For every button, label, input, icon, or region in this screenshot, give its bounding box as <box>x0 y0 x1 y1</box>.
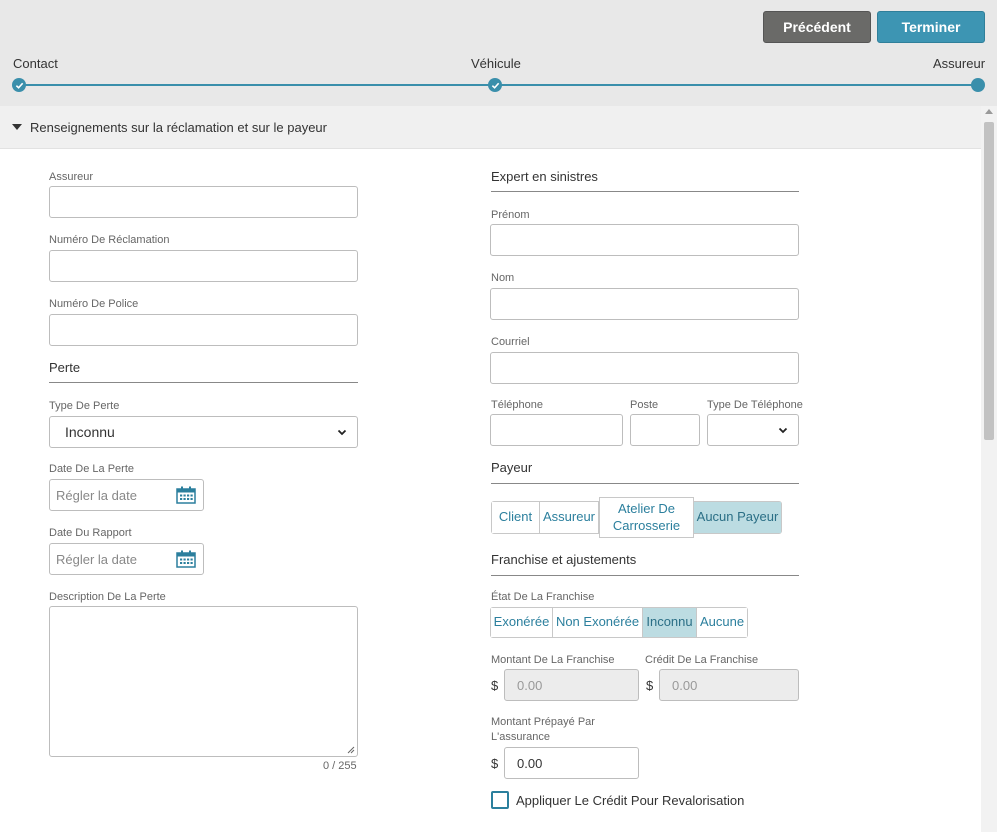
payer-section-title: Payeur <box>491 460 533 475</box>
report-date-picker[interactable]: Régler la date <box>49 543 204 575</box>
deductible-state-label: État De La Franchise <box>491 591 595 603</box>
first-name-input[interactable] <box>490 224 799 256</box>
progress-stepper: Contact Véhicule Assureur <box>0 0 997 106</box>
loss-date-placeholder: Régler la date <box>56 487 137 503</box>
wizard-header: Précédent Terminer Contact Véhicule Assu… <box>0 0 997 106</box>
extension-input[interactable] <box>630 414 700 446</box>
section-header-claim-payer[interactable]: Renseignements sur la réclamation et sur… <box>0 106 981 149</box>
calendar-icon[interactable] <box>176 486 196 504</box>
apply-credit-label[interactable]: Appliquer Le Crédit Pour Revalorisation <box>516 793 744 808</box>
apply-credit-checkbox[interactable] <box>491 791 509 809</box>
resize-grip-icon[interactable] <box>347 746 355 754</box>
deductible-amount-value: 0.00 <box>517 678 543 693</box>
payer-option-no-payer[interactable]: Aucun Payeur <box>694 502 781 533</box>
deductible-amount-label: Montant De La Franchise <box>491 654 615 666</box>
deductible-option-unknown[interactable]: Inconnu <box>643 608 697 637</box>
step-label-vehicle[interactable]: Véhicule <box>471 56 521 71</box>
loss-section-title: Perte <box>49 360 81 375</box>
currency-symbol: $ <box>491 756 499 771</box>
section-title: Renseignements sur la réclamation et sur… <box>30 119 327 135</box>
claim-number-label: Numéro De Réclamation <box>49 234 170 246</box>
step-label-contact[interactable]: Contact <box>13 56 58 71</box>
prepaid-label-line1: Montant Prépayé Par <box>491 716 595 728</box>
last-name-label: Nom <box>491 272 515 284</box>
deductible-option-not-waived[interactable]: Non Exonérée <box>553 608 643 637</box>
phone-type-label: Type De Téléphone <box>707 399 803 411</box>
last-name-input[interactable] <box>490 288 799 320</box>
deductible-section-title: Franchise et ajustements <box>491 552 637 567</box>
deductible-credit-label: Crédit De La Franchise <box>645 654 759 666</box>
calendar-icon[interactable] <box>176 550 196 568</box>
deductible-state-segmented-control: Exonérée Non Exonérée Inconnu Aucune <box>490 607 748 638</box>
payer-option-client[interactable]: Client <box>492 502 540 533</box>
step-label-insurer[interactable]: Assureur <box>933 56 985 71</box>
prepaid-amount-input[interactable]: 0.00 <box>504 747 639 779</box>
extension-label: Poste <box>630 399 659 411</box>
phone-type-select[interactable] <box>707 414 799 446</box>
step-current-dot-icon[interactable] <box>971 78 985 92</box>
insurer-label: Assureur <box>49 171 94 183</box>
step-complete-check-icon[interactable] <box>488 78 502 92</box>
divider <box>491 575 799 576</box>
loss-date-picker[interactable]: Régler la date <box>49 479 204 511</box>
first-name-label: Prénom <box>491 209 530 221</box>
insurer-input[interactable] <box>49 186 358 218</box>
chevron-down-icon <box>778 427 788 434</box>
chevron-down-icon <box>337 429 347 436</box>
loss-type-value: Inconnu <box>65 424 115 440</box>
divider <box>49 382 358 383</box>
step-complete-check-icon[interactable] <box>12 78 26 92</box>
report-date-placeholder: Régler la date <box>56 551 137 567</box>
phone-label: Téléphone <box>491 399 543 411</box>
deductible-option-waived[interactable]: Exonérée <box>491 608 553 637</box>
deductible-option-none[interactable]: Aucune <box>697 608 747 637</box>
divider <box>491 483 799 484</box>
caret-down-icon <box>12 124 22 130</box>
email-label: Courriel <box>491 336 530 348</box>
loss-type-select[interactable]: Inconnu <box>49 416 358 448</box>
adjuster-section-title: Expert en sinistres <box>491 169 598 184</box>
description-textarea[interactable] <box>49 606 358 757</box>
loss-date-label: Date De La Perte <box>49 463 134 475</box>
vertical-scrollbar[interactable] <box>981 106 997 832</box>
report-date-label: Date Du Rapport <box>49 527 132 539</box>
payer-option-insurer[interactable]: Assureur <box>540 502 599 533</box>
prepaid-amount-value: 0.00 <box>517 756 543 771</box>
claim-number-input[interactable] <box>49 250 358 282</box>
policy-number-label: Numéro De Police <box>49 298 139 310</box>
loss-type-label: Type De Perte <box>49 400 120 412</box>
email-input[interactable] <box>490 352 799 384</box>
scroll-up-arrow-icon[interactable] <box>985 109 993 114</box>
currency-symbol: $ <box>646 678 654 693</box>
description-char-counter: 0 / 255 <box>323 760 357 772</box>
deductible-credit-value: 0.00 <box>672 678 698 693</box>
payer-option-body-shop[interactable]: Atelier De Carrosserie <box>599 497 694 538</box>
payer-segmented-control: Client Assureur Atelier De Carrosserie A… <box>491 497 782 538</box>
deductible-credit-input: 0.00 <box>659 669 799 701</box>
deductible-amount-input: 0.00 <box>504 669 639 701</box>
divider <box>491 191 799 192</box>
scrollbar-thumb[interactable] <box>984 122 994 440</box>
policy-number-input[interactable] <box>49 314 358 346</box>
phone-input[interactable] <box>490 414 623 446</box>
description-label: Description De La Perte <box>49 591 166 603</box>
currency-symbol: $ <box>491 678 499 693</box>
prepaid-label-line2: L'assurance <box>491 731 550 743</box>
